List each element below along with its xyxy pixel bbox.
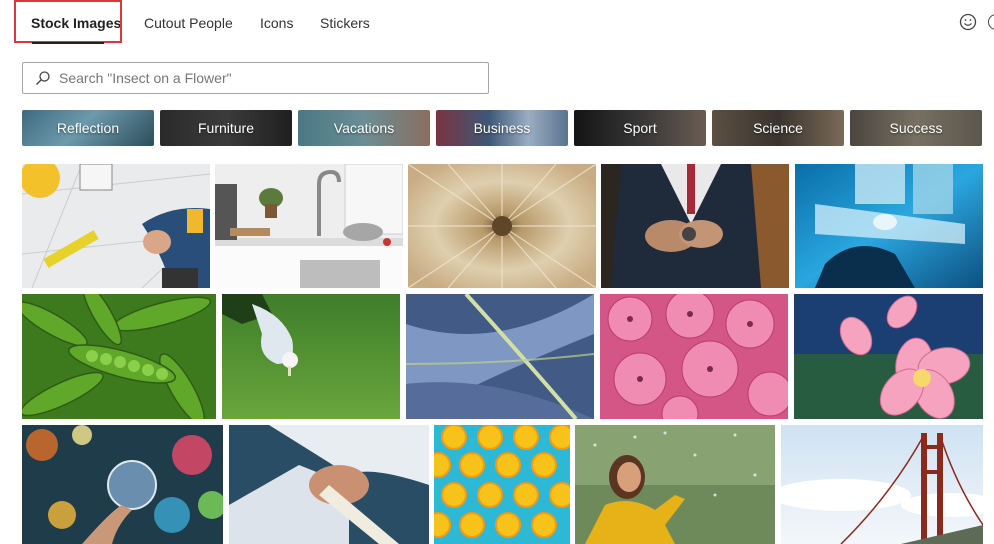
category-furniture[interactable]: Furniture — [160, 110, 292, 146]
stock-image-golf[interactable] — [222, 294, 400, 419]
stock-image-plumeria[interactable] — [794, 294, 983, 419]
stock-image-leaf[interactable] — [406, 294, 594, 419]
search-box[interactable] — [22, 62, 489, 94]
smiley-icon[interactable] — [959, 13, 977, 31]
tab-cutout-people[interactable]: Cutout People — [144, 8, 233, 38]
category-label: Success — [889, 120, 943, 136]
category-vacations[interactable]: Vacations — [298, 110, 430, 146]
partial-icon[interactable] — [988, 14, 994, 30]
stock-image-crystal-ball-city[interactable] — [22, 425, 223, 544]
stock-image-handshake[interactable] — [229, 425, 429, 544]
category-label: Furniture — [197, 120, 255, 136]
category-reflection[interactable]: Reflection — [22, 110, 154, 146]
category-label: Science — [753, 120, 803, 136]
stock-image-microscope[interactable] — [795, 164, 983, 288]
search-input[interactable] — [59, 64, 488, 92]
category-business[interactable]: Business — [436, 110, 568, 146]
category-label: Business — [473, 120, 531, 136]
stock-image-businessman-watch[interactable] — [601, 164, 789, 288]
stock-image-lemon-slices[interactable] — [434, 425, 570, 544]
tab-stickers[interactable]: Stickers — [320, 8, 370, 38]
tab-bar: Stock Images Cutout People Icons Sticker… — [0, 0, 994, 46]
stock-image-pink-hydrangea[interactable] — [600, 294, 788, 419]
active-tab-highlight — [14, 0, 122, 44]
stock-image-golden-gate[interactable] — [781, 425, 983, 544]
stock-image-peas[interactable] — [22, 294, 216, 419]
category-label: Sport — [623, 120, 657, 136]
active-tab-underline — [32, 42, 104, 44]
category-label: Reflection — [56, 120, 120, 136]
stock-image-kitchen[interactable] — [215, 164, 403, 288]
stock-image-dandelion[interactable] — [408, 164, 596, 288]
stock-image-blueprint[interactable] — [22, 164, 210, 288]
category-science[interactable]: Science — [712, 110, 844, 146]
search-icon — [35, 70, 51, 86]
category-sport[interactable]: Sport — [574, 110, 706, 146]
tab-stickers-label: Stickers — [320, 15, 370, 31]
category-success[interactable]: Success — [850, 110, 982, 146]
category-label: Vacations — [333, 120, 395, 136]
tab-cutout-people-label: Cutout People — [144, 15, 233, 31]
stock-image-woman-rain[interactable] — [575, 425, 775, 544]
tab-icons[interactable]: Icons — [260, 8, 293, 38]
tab-icons-label: Icons — [260, 15, 294, 31]
